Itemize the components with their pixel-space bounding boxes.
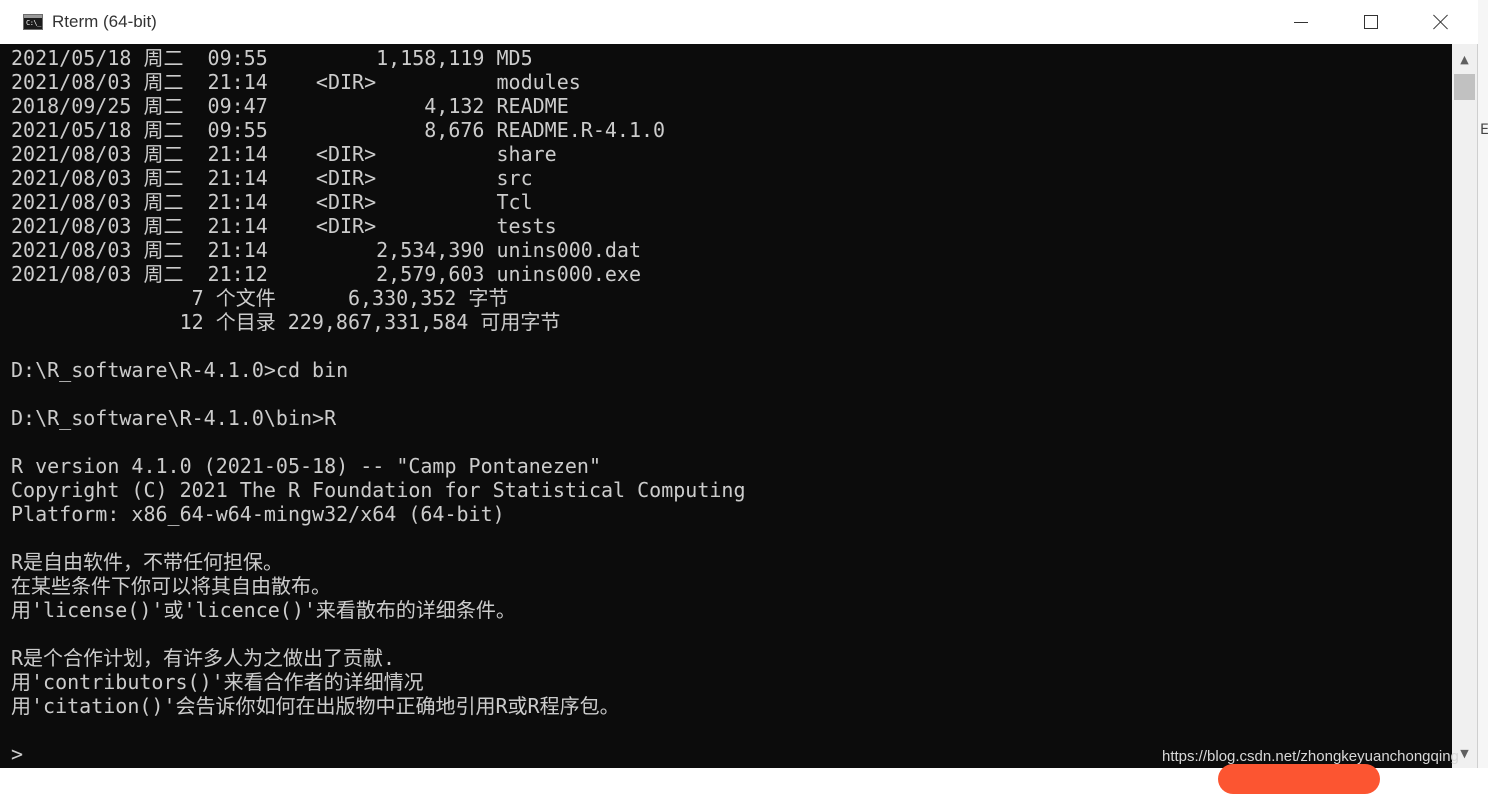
- watermark-text: https://blog.csdn.net/zhongkeyuanchongqi…: [1162, 748, 1459, 765]
- background-window-side-text: E: [1480, 122, 1488, 138]
- console-line: 2021/08/03 周二 21:12 2,579,603 unins000.e…: [11, 262, 642, 286]
- close-button[interactable]: [1406, 0, 1476, 44]
- floating-action-button[interactable]: [1218, 764, 1380, 794]
- title-bar[interactable]: C:\_ Rterm (64-bit): [0, 0, 1478, 44]
- console-line: 2021/08/03 周二 21:14 <DIR> modules: [11, 70, 581, 94]
- arrow-up-icon[interactable]: ▲: [1452, 46, 1477, 72]
- console-line: Copyright (C) 2021 The R Foundation for …: [11, 478, 746, 502]
- console-line: 7 个文件 6,330,352 字节: [11, 286, 509, 310]
- console-icon-glyph: C:\_: [26, 19, 41, 27]
- console-line: 2018/09/25 周二 09:47 4,132 README: [11, 94, 569, 118]
- console-line: 用'citation()'会告诉你如何在出版物中正确地引用R或R程序包。: [11, 694, 620, 718]
- console-line: 2021/08/03 周二 21:14 2,534,390 unins000.d…: [11, 238, 642, 262]
- close-icon: [1433, 14, 1449, 30]
- console-line: D:\R_software\R-4.1.0\bin>R: [11, 406, 337, 430]
- console-line: R是自由软件，不带任何担保。: [11, 550, 284, 574]
- console-line: 2021/08/03 周二 21:14 <DIR> share: [11, 142, 557, 166]
- window-title: Rterm (64-bit): [52, 12, 157, 31]
- rterm-window[interactable]: C:\_ Rterm (64-bit) 2021/05/18 周二 09:55 …: [0, 0, 1478, 768]
- console-line: 用'license()'或'licence()'来看散布的详细条件。: [11, 598, 516, 622]
- console-line: 2021/08/03 周二 21:14 <DIR> tests: [11, 214, 557, 238]
- console-line: 2021/05/18 周二 09:55 8,676 README.R-4.1.0: [11, 118, 666, 142]
- console-line: 2021/08/03 周二 21:14 <DIR> src: [11, 166, 533, 190]
- scroll-thumb[interactable]: [1454, 74, 1475, 100]
- console-line: R是个合作计划，有许多人为之做出了贡献.: [11, 646, 396, 670]
- console-line: R version 4.1.0 (2021-05-18) -- "Camp Po…: [11, 454, 602, 478]
- console-line: 用'contributors()'来看合作者的详细情况: [11, 670, 424, 694]
- console-line: D:\R_software\R-4.1.0>cd bin: [11, 358, 349, 382]
- console-line: 2021/05/18 周二 09:55 1,158,119 MD5: [11, 46, 533, 70]
- maximize-button[interactable]: [1336, 0, 1406, 44]
- maximize-icon: [1364, 15, 1378, 29]
- console-icon[interactable]: C:\_: [23, 14, 43, 30]
- console-output-area[interactable]: 2021/05/18 周二 09:55 1,158,119 MD5 2021/08…: [0, 44, 1452, 768]
- console-line: 2021/08/03 周二 21:14 <DIR> Tcl: [11, 190, 533, 214]
- console-line: 12 个目录 229,867,331,584 可用字节: [11, 310, 561, 334]
- vertical-scrollbar[interactable]: ▲ ▼: [1452, 44, 1477, 768]
- r-prompt[interactable]: >: [11, 742, 23, 766]
- console-line: Platform: x86_64-w64-mingw32/x64 (64-bit…: [11, 502, 505, 526]
- minimize-icon: [1294, 21, 1308, 23]
- console-lines: 2021/05/18 周二 09:55 1,158,119 MD5 2021/08…: [11, 46, 1449, 718]
- console-line: 在某些条件下你可以将其自由散布。: [11, 574, 331, 598]
- minimize-button[interactable]: [1266, 0, 1336, 44]
